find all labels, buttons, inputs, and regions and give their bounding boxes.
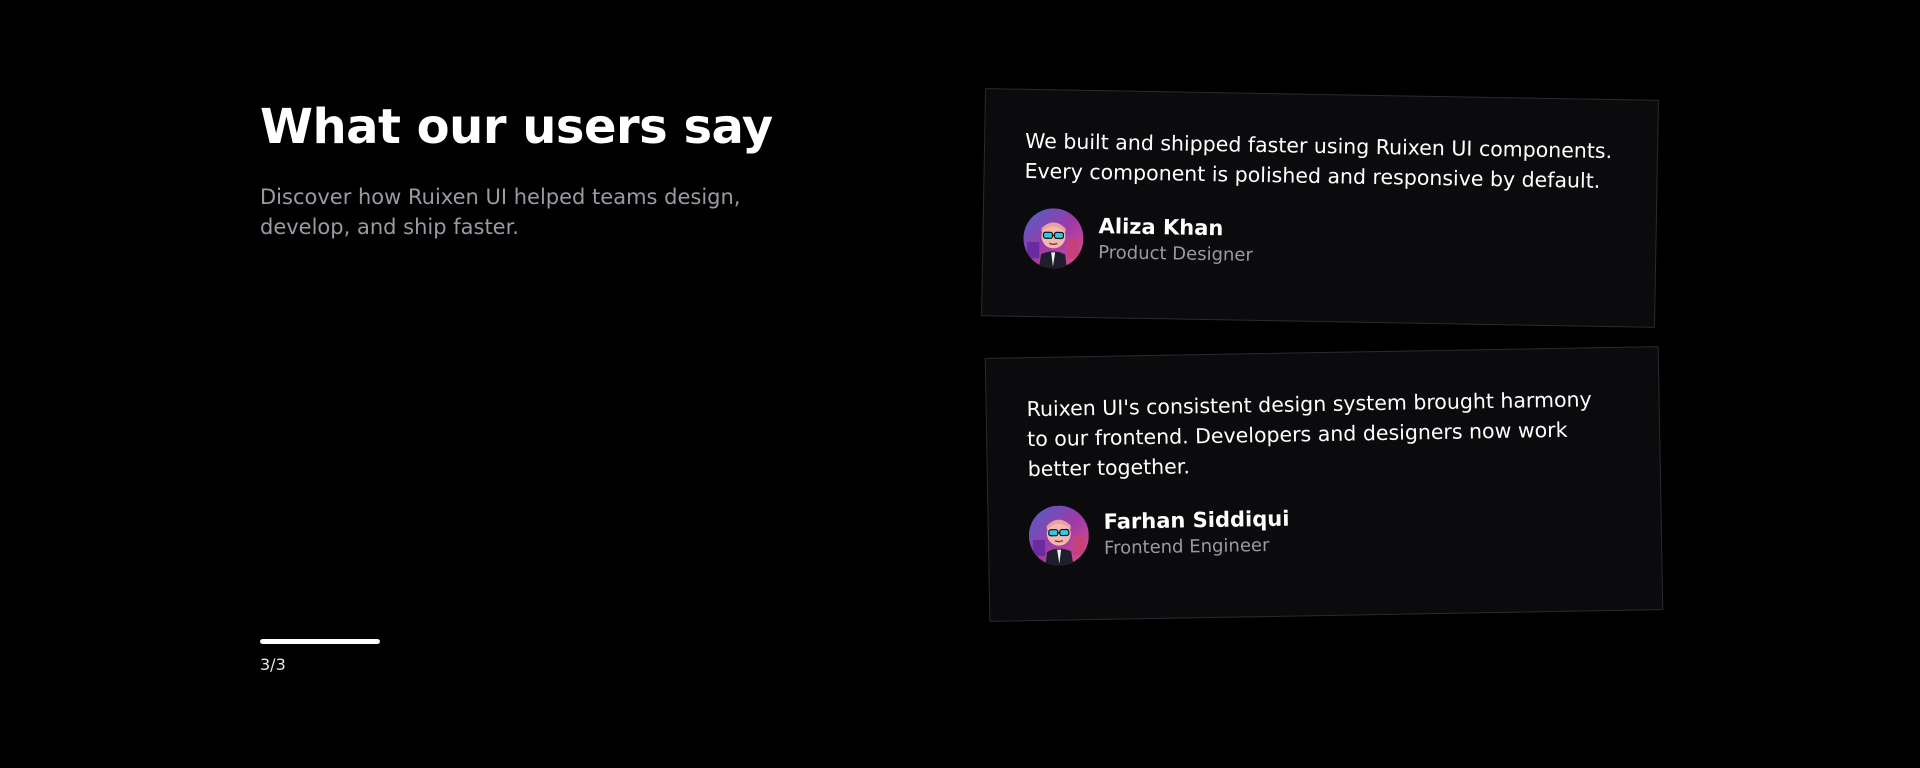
testimonial-quote: We built and shipped faster using Ruixen… xyxy=(1024,128,1613,193)
testimonial-author: Aliza Khan Product Designer xyxy=(1022,207,1616,278)
carousel-progress-fill xyxy=(260,639,380,644)
author-role: Frontend Engineer xyxy=(1103,534,1270,559)
author-name: Farhan Siddiqui xyxy=(1103,506,1290,534)
author-role: Product Designer xyxy=(1098,241,1254,266)
testimonials-section: What our users say Discover how Ruixen U… xyxy=(0,0,1920,768)
section-title: What our users say xyxy=(260,99,773,155)
cartoon-avatar-icon xyxy=(1028,505,1090,567)
cartoon-avatar-icon xyxy=(1022,207,1084,269)
carousel-progress-bar xyxy=(260,639,380,644)
carousel-counter: 3/3 xyxy=(260,655,286,674)
testimonial-card: We built and shipped faster using Ruixen… xyxy=(981,88,1659,328)
section-subtitle: Discover how Ruixen UI helped teams desi… xyxy=(260,185,741,239)
author-name: Aliza Khan xyxy=(1098,213,1224,240)
testimonial-author: Farhan Siddiqui Frontend Engineer xyxy=(1028,496,1621,567)
testimonial-quote: Ruixen UI's consistent design system bro… xyxy=(1026,387,1592,482)
testimonial-card: Ruixen UI's consistent design system bro… xyxy=(984,346,1664,622)
